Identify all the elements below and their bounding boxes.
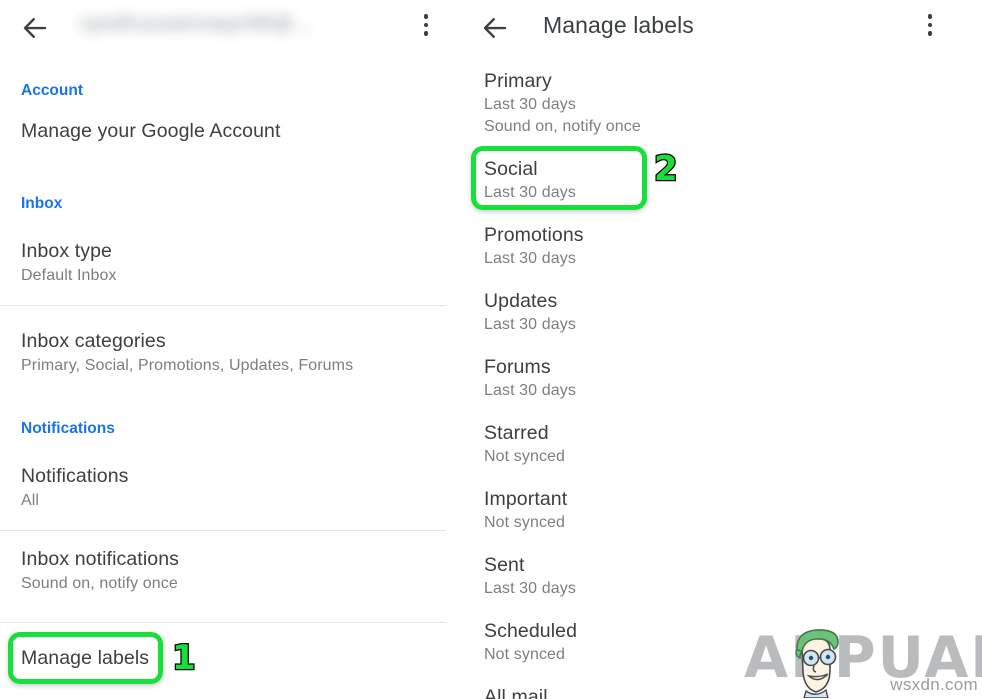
label-name: Scheduled: [484, 618, 944, 644]
label-name: Important: [484, 486, 944, 512]
list-item[interactable]: Starred Not synced: [484, 420, 944, 468]
section-heading-account: Account: [0, 82, 83, 100]
row-notifications[interactable]: Notifications All: [0, 463, 150, 512]
back-arrow-icon[interactable]: [20, 13, 50, 43]
row-inbox-type[interactable]: Inbox type Default Inbox: [0, 238, 138, 287]
row-title: Manage your Google Account: [21, 118, 281, 144]
manage-labels-panel: Manage labels Primary Last 30 days Sound…: [460, 0, 982, 699]
label-sync: Not synced: [484, 512, 944, 534]
label-name: Starred: [484, 420, 944, 446]
label-notify: Sound on, notify once: [484, 116, 944, 138]
list-item[interactable]: All mail: [484, 684, 944, 699]
row-inbox-categories[interactable]: Inbox categories Primary, Social, Promot…: [0, 328, 374, 377]
row-manage-labels[interactable]: Manage labels: [0, 645, 170, 671]
row-manage-google-account[interactable]: Manage your Google Account: [0, 118, 302, 144]
list-item[interactable]: Forums Last 30 days: [484, 354, 944, 402]
row-subtitle: Primary, Social, Promotions, Updates, Fo…: [21, 354, 353, 377]
section-heading-notifications: Notifications: [0, 420, 115, 438]
row-subtitle: All: [21, 489, 129, 512]
left-appbar: syedhussainnaqvi98@...: [0, 0, 460, 56]
label-name: All mail: [484, 684, 944, 699]
row-subtitle: Default Inbox: [21, 264, 117, 287]
label-name: Promotions: [484, 222, 944, 248]
label-sync: Last 30 days: [484, 248, 944, 270]
labels-list: Primary Last 30 days Sound on, notify on…: [484, 68, 944, 699]
row-title: Inbox type: [21, 238, 117, 264]
label-sync: Last 30 days: [484, 314, 944, 336]
divider: [0, 622, 446, 623]
label-name: Primary: [484, 68, 944, 94]
label-sync: Not synced: [484, 644, 944, 666]
more-vert-icon[interactable]: [918, 14, 942, 42]
label-sync: Not synced: [484, 446, 944, 468]
back-arrow-icon[interactable]: [480, 13, 510, 43]
row-title: Manage labels: [21, 645, 149, 671]
label-sync: Last 30 days: [484, 380, 944, 402]
list-item[interactable]: Sent Last 30 days: [484, 552, 944, 600]
label-sync: Last 30 days: [484, 182, 944, 204]
list-item[interactable]: Important Not synced: [484, 486, 944, 534]
row-title: Inbox notifications: [21, 546, 179, 572]
account-settings-panel: syedhussainnaqvi98@... Account Manage yo…: [0, 0, 460, 699]
list-item[interactable]: Primary Last 30 days Sound on, notify on…: [484, 68, 944, 138]
account-email-title: syedhussainnaqvi98@...: [80, 12, 311, 36]
row-subtitle: Sound on, notify once: [21, 572, 179, 595]
right-appbar: Manage labels: [460, 0, 982, 56]
list-item-social[interactable]: Social Last 30 days: [484, 156, 944, 204]
label-name: Sent: [484, 552, 944, 578]
label-name: Updates: [484, 288, 944, 314]
divider: [0, 530, 446, 531]
label-name: Social: [484, 156, 944, 182]
list-item[interactable]: Scheduled Not synced: [484, 618, 944, 666]
divider: [0, 305, 446, 306]
row-title: Inbox categories: [21, 328, 353, 354]
more-vert-icon[interactable]: [414, 14, 438, 42]
label-sync: Last 30 days: [484, 94, 944, 116]
row-inbox-notifications[interactable]: Inbox notifications Sound on, notify onc…: [0, 546, 200, 595]
label-sync: Last 30 days: [484, 578, 944, 600]
list-item[interactable]: Updates Last 30 days: [484, 288, 944, 336]
list-item[interactable]: Promotions Last 30 days: [484, 222, 944, 270]
label-name: Forums: [484, 354, 944, 380]
row-title: Notifications: [21, 463, 129, 489]
section-heading-inbox: Inbox: [0, 195, 62, 213]
page-title: Manage labels: [543, 12, 694, 39]
